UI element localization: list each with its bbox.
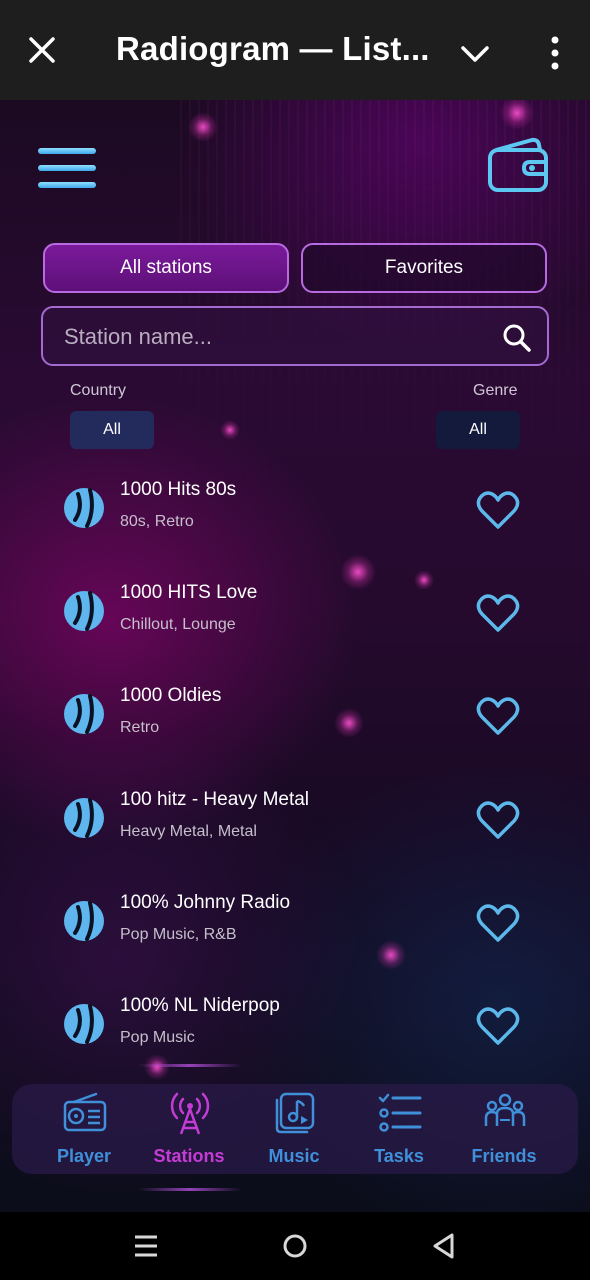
- chevron-down-icon[interactable]: [455, 36, 495, 72]
- app-bar: Radiogram — List...: [0, 0, 590, 100]
- station-logo-icon: [62, 899, 106, 943]
- nav-friends[interactable]: Friends: [454, 1090, 554, 1170]
- station-name: 100% NL Niderpop: [120, 995, 280, 1016]
- heart-icon[interactable]: [474, 798, 522, 842]
- heart-icon[interactable]: [474, 901, 522, 945]
- search-placeholder: Station name...: [64, 324, 212, 349]
- nav-label: Music: [268, 1146, 320, 1166]
- station-genres: Chillout, Lounge: [120, 616, 236, 633]
- nav-player[interactable]: Player: [34, 1090, 134, 1170]
- nav-label: Tasks: [374, 1146, 424, 1166]
- station-row[interactable]: 1000 Oldies Retro: [0, 672, 590, 762]
- search-icon[interactable]: [501, 322, 533, 354]
- checklist-icon: [378, 1093, 422, 1132]
- station-logo-icon: [62, 796, 106, 840]
- back-icon[interactable]: [428, 1230, 460, 1262]
- genre-filter-label: Genre: [473, 382, 518, 399]
- nav-music[interactable]: Music: [244, 1090, 344, 1170]
- glow-dot: [188, 112, 218, 142]
- divider: [138, 1188, 242, 1191]
- station-name: 1000 Hits 80s: [120, 479, 237, 500]
- station-logo-icon: [62, 1002, 106, 1046]
- station-logo-icon: [62, 692, 106, 736]
- bottom-navigation: Player Stations Music Tasks Friends: [12, 1084, 578, 1174]
- main-content: All stations Favorites Station name... C…: [0, 100, 590, 1212]
- tab-favorites[interactable]: Favorites: [301, 243, 547, 293]
- nav-label: Player: [56, 1146, 112, 1166]
- recent-apps-icon[interactable]: [130, 1230, 162, 1262]
- genre-filter-button[interactable]: All: [436, 411, 520, 449]
- station-row[interactable]: 1000 HITS Love Chillout, Lounge: [0, 569, 590, 659]
- country-filter-button[interactable]: All: [70, 411, 154, 449]
- station-name: 1000 HITS Love: [120, 582, 258, 603]
- divider: [138, 1064, 242, 1067]
- heart-icon[interactable]: [474, 694, 522, 738]
- station-genres: Retro: [120, 719, 160, 736]
- antenna-icon: [170, 1092, 210, 1135]
- station-row[interactable]: 100 hitz - Heavy Metal Heavy Metal, Meta…: [0, 776, 590, 866]
- station-logo-icon: [62, 486, 106, 530]
- nav-tasks[interactable]: Tasks: [349, 1090, 449, 1170]
- nav-label: Stations: [153, 1146, 225, 1166]
- wallet-icon[interactable]: [486, 136, 552, 194]
- music-library-icon: [275, 1092, 315, 1134]
- window-title: Radiogram — List...: [116, 30, 430, 67]
- glow-dot: [220, 420, 240, 440]
- station-name: 100% Johnny Radio: [120, 892, 291, 913]
- tab-all-stations[interactable]: All stations: [43, 243, 289, 293]
- heart-icon[interactable]: [474, 1004, 522, 1048]
- station-name: 1000 Oldies: [120, 685, 222, 706]
- station-search-field[interactable]: Station name...: [41, 306, 549, 366]
- heart-icon[interactable]: [474, 591, 522, 635]
- hamburger-menu-icon[interactable]: [36, 144, 98, 192]
- station-row[interactable]: 100% NL Niderpop Pop Music: [0, 982, 590, 1072]
- station-genres: Pop Music: [120, 1029, 195, 1046]
- station-genres: Pop Music, R&B: [120, 926, 237, 943]
- system-navigation-bar: [0, 1212, 590, 1280]
- station-row[interactable]: 1000 Hits 80s 80s, Retro: [0, 466, 590, 556]
- radio-icon: [63, 1092, 107, 1132]
- home-icon[interactable]: [279, 1230, 311, 1262]
- station-name: 100 hitz - Heavy Metal: [120, 789, 310, 810]
- station-genres: 80s, Retro: [120, 513, 194, 530]
- group-icon: [484, 1093, 526, 1126]
- country-filter-label: Country: [70, 382, 127, 399]
- station-row[interactable]: 100% Johnny Radio Pop Music, R&B: [0, 879, 590, 969]
- more-options-icon[interactable]: [540, 32, 570, 72]
- station-logo-icon: [62, 589, 106, 633]
- close-icon[interactable]: [22, 30, 62, 70]
- heart-icon[interactable]: [474, 488, 522, 532]
- station-genres: Heavy Metal, Metal: [120, 823, 257, 840]
- nav-label: Friends: [471, 1146, 537, 1166]
- nav-stations[interactable]: Stations: [139, 1090, 239, 1170]
